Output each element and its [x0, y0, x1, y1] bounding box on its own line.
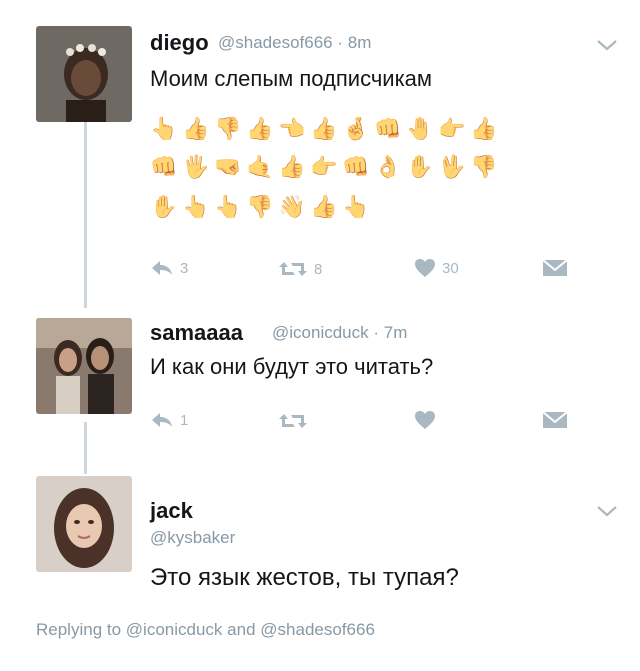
- tweet-time[interactable]: 8m: [348, 33, 372, 52]
- hand-gesture-emoji: 🤞: [342, 116, 370, 141]
- hand-gesture-emoji: 👍: [278, 154, 306, 179]
- emoji-row-1: 👆 👍 👎 👍 👈 👍 🤞 👊 🤚 👉 👍: [150, 116, 498, 141]
- hand-gesture-emoji: 🖐: [182, 154, 210, 179]
- tweet-actions: 3 8 30: [150, 258, 580, 284]
- tweet-time[interactable]: 7m: [384, 323, 408, 342]
- hand-gesture-emoji: 👆: [150, 116, 178, 141]
- replying-joiner: and: [227, 620, 256, 639]
- retweet-icon: [279, 262, 307, 276]
- hand-gesture-emoji: 👊: [150, 154, 178, 179]
- replying-to: Replying to @iconicduck and @shadesof666: [36, 620, 375, 640]
- hand-gesture-emoji: 🖖: [438, 154, 466, 179]
- hand-gesture-emoji: 👎: [246, 194, 274, 219]
- retweet-count: 8: [314, 260, 323, 278]
- hand-gesture-emoji: 👎: [214, 116, 242, 141]
- hand-gesture-emoji: 👊: [342, 154, 370, 179]
- hand-gesture-emoji: 👆: [214, 194, 242, 219]
- separator-dot: ·: [373, 323, 384, 342]
- hand-gesture-emoji: 👆: [182, 194, 210, 219]
- reply-button[interactable]: 1: [150, 410, 188, 430]
- reply-icon: [152, 413, 172, 427]
- hand-gesture-emoji: 🤙: [246, 154, 274, 179]
- tweet-author-handle[interactable]: @shadesof666 · 8m: [218, 33, 371, 53]
- dm-button[interactable]: [542, 410, 568, 430]
- hand-gesture-emoji: 👉: [438, 116, 466, 141]
- reply-button[interactable]: 3: [150, 258, 188, 278]
- handle-text: @iconicduck: [272, 323, 369, 342]
- heart-icon: [415, 411, 435, 429]
- hand-gesture-emoji: 🤚: [406, 116, 434, 141]
- retweet-button[interactable]: [278, 410, 314, 432]
- hand-gesture-emoji: 👊: [374, 116, 402, 141]
- hand-gesture-emoji: ✋: [150, 194, 178, 219]
- tweet-actions: 1: [150, 410, 580, 436]
- envelope-icon: [542, 411, 568, 428]
- like-button[interactable]: [414, 410, 442, 430]
- reply-icon: [152, 261, 172, 275]
- dm-button[interactable]: [542, 258, 568, 278]
- mention-iconicduck[interactable]: @iconicduck: [126, 620, 223, 639]
- hand-gesture-emoji: 👆: [342, 194, 370, 219]
- handle-text: @shadesof666: [218, 33, 333, 52]
- hand-gesture-emoji: 👌: [374, 154, 402, 179]
- hand-gesture-emoji: 👈: [278, 116, 306, 141]
- emoji-row-3: ✋ 👆 👆 👎 👋 👍 👆: [150, 194, 370, 219]
- tweet-author-handle[interactable]: @iconicduck · 7m: [272, 323, 407, 343]
- chevron-down-icon[interactable]: [596, 504, 618, 518]
- hand-gesture-emoji: 👎: [470, 154, 498, 179]
- tweet-samaaaa[interactable]: samaaaa @iconicduck · 7m И как они будут…: [0, 300, 640, 450]
- hand-gesture-emoji: 👋: [278, 194, 306, 219]
- heart-icon: [415, 259, 435, 277]
- like-button[interactable]: 30: [414, 258, 459, 278]
- hand-gesture-emoji: 👍: [470, 116, 498, 141]
- tweet-author-handle[interactable]: @kysbaker: [150, 528, 235, 548]
- separator-dot: ·: [337, 33, 348, 52]
- retweet-icon: [279, 414, 307, 428]
- tweet-text: Моим слепым подписчикам: [150, 66, 433, 91]
- tweet-jack[interactable]: jack @kysbaker Это язык жестов, ты тупая…: [0, 470, 640, 620]
- hand-gesture-emoji: 👍: [310, 194, 338, 219]
- replying-prefix: Replying to: [36, 620, 122, 639]
- tweet-author-name[interactable]: samaaaa: [150, 320, 243, 346]
- hand-gesture-emoji: ✋: [406, 154, 434, 179]
- hand-gesture-emoji: 🤜: [214, 154, 242, 179]
- tweet-diego[interactable]: diego @shadesof666 · 8m Моим слепым подп…: [0, 0, 640, 300]
- reply-count: 1: [180, 411, 189, 429]
- envelope-icon: [542, 259, 568, 276]
- tweet-author-name[interactable]: diego: [150, 30, 209, 56]
- avatar-samaaaa[interactable]: [36, 318, 132, 414]
- hand-gesture-emoji: 👍: [246, 116, 274, 141]
- tweet-author-name[interactable]: jack: [150, 498, 193, 524]
- hand-gesture-emoji: 👍: [182, 116, 210, 141]
- like-count: 30: [442, 259, 459, 277]
- avatar-jack[interactable]: [36, 476, 132, 572]
- mention-shadesof666[interactable]: @shadesof666: [260, 620, 375, 639]
- chevron-down-icon[interactable]: [596, 38, 618, 52]
- emoji-row-2: 👊 🖐 🤜 🤙 👍 👉 👊 👌 ✋ 🖖 👎: [150, 154, 498, 179]
- hand-gesture-emoji: 👉: [310, 154, 338, 179]
- hand-gesture-emoji: 👍: [310, 116, 338, 141]
- avatar-diego[interactable]: [36, 26, 132, 122]
- retweet-button[interactable]: 8: [278, 258, 322, 280]
- reply-count: 3: [180, 259, 189, 277]
- tweet-text: Это язык жестов, ты тупая?: [150, 564, 459, 591]
- tweet-text: И как они будут это читать?: [150, 354, 434, 379]
